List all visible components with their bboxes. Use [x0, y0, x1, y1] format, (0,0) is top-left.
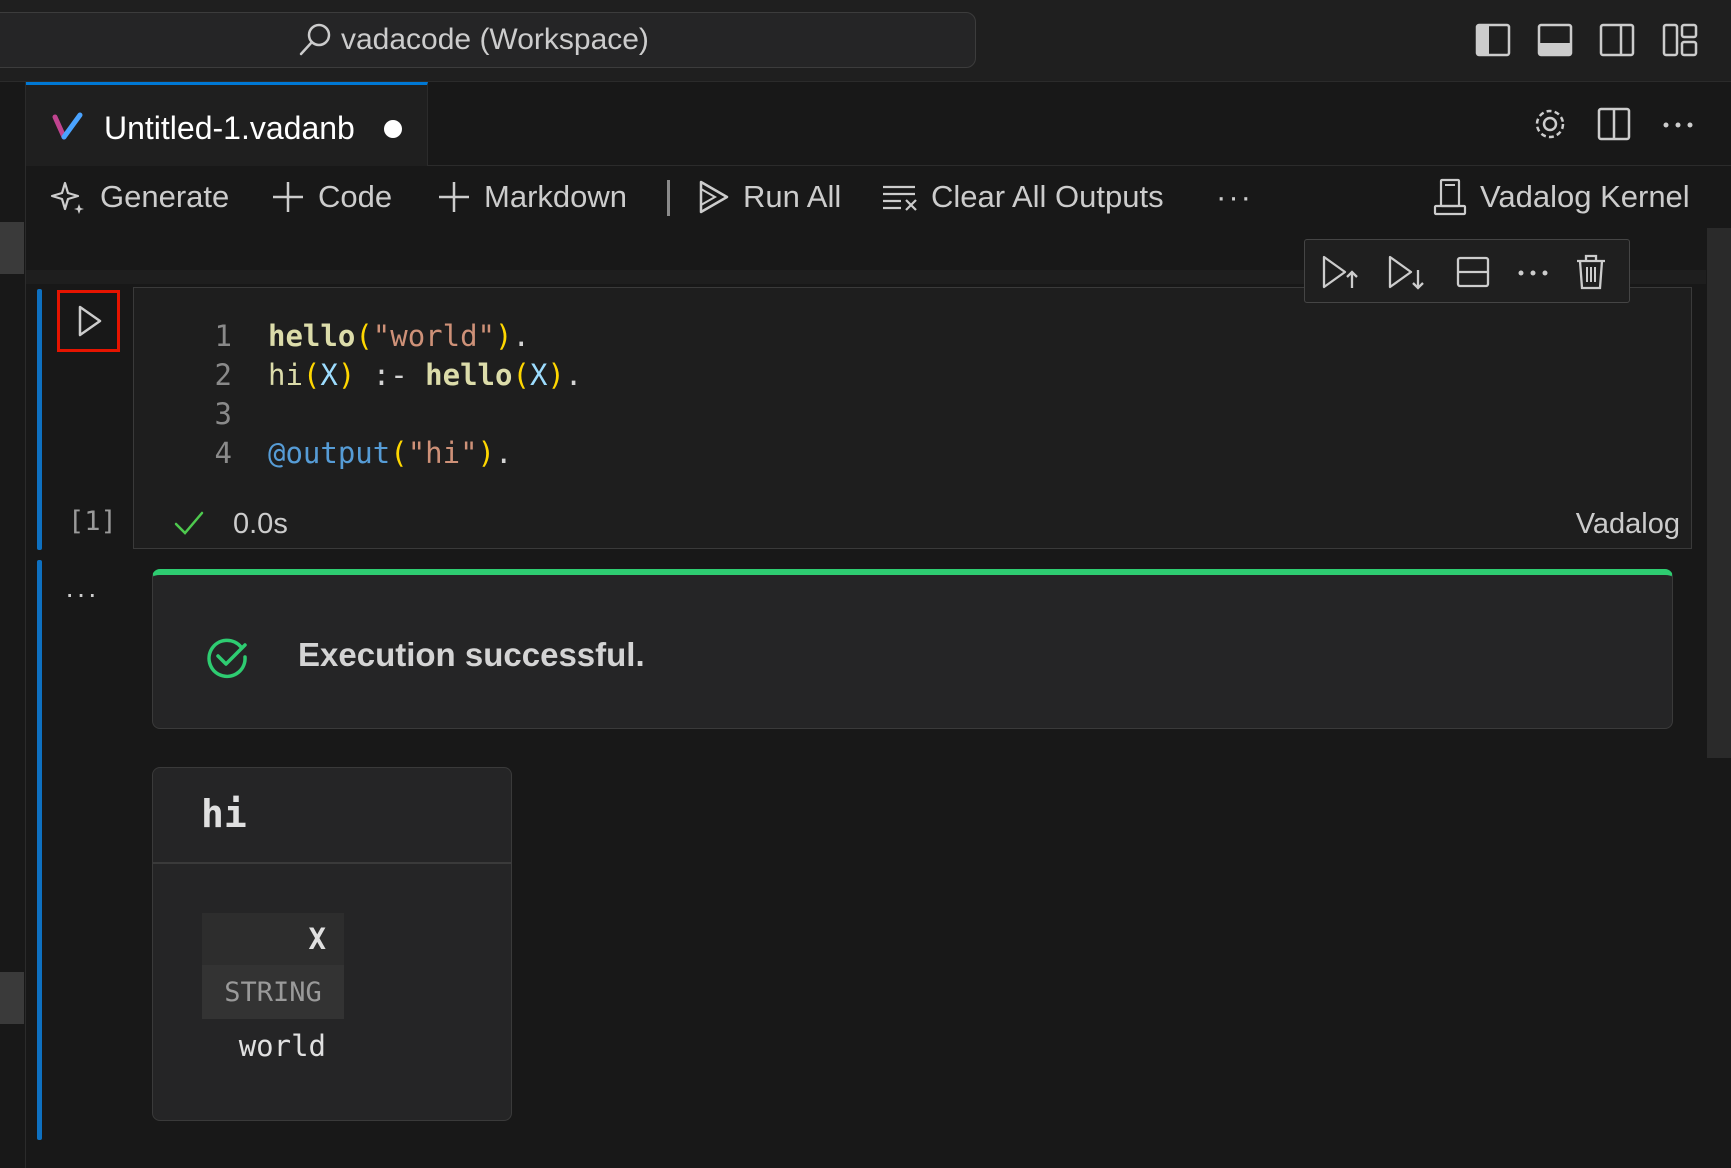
run-all-label: Run All [743, 179, 842, 214]
code-line[interactable]: 2 hi(X) :- hello(X). [134, 354, 1134, 397]
tab-label: Untitled-1.vadanb [104, 110, 355, 146]
notebook-toolbar: Generate Code Markdown Run All Clear All… [26, 166, 1731, 228]
kernel-picker-button[interactable]: Vadalog Kernel [1432, 176, 1690, 218]
plus-icon [273, 182, 303, 212]
line-number: 1 [214, 319, 232, 353]
toggle-primary-sidebar-icon[interactable] [1474, 21, 1512, 59]
code-token: . [495, 436, 513, 470]
code-line[interactable]: 1 hello("world"). [134, 315, 1134, 358]
code-token: X [529, 358, 548, 392]
code-token: X [320, 358, 338, 392]
code-token: hello [268, 319, 356, 353]
run-all-button[interactable]: Run All [695, 176, 841, 218]
generate-button[interactable]: Generate [50, 176, 229, 218]
result-table-card: hi X STRING world [152, 767, 512, 1121]
code-token: ) [477, 436, 495, 470]
kernel-icon [1433, 178, 1467, 216]
title-bar: vadacode (Workspace) [0, 0, 1731, 82]
add-markdown-cell-button[interactable]: Markdown [436, 176, 627, 218]
plus-icon [439, 182, 469, 212]
cell-more-icon[interactable] [1513, 252, 1553, 292]
clear-outputs-icon [883, 185, 917, 211]
run-all-icon [699, 180, 729, 214]
more-actions-icon[interactable] [1658, 104, 1698, 144]
code-line[interactable]: 4 @output("hi"). [134, 432, 1134, 475]
column-header: X [202, 913, 344, 965]
execution-success-banner: Execution successful. [152, 569, 1673, 729]
code-text: @output("hi"). [268, 432, 512, 475]
editor-tab-bar: Untitled-1.vadanb [26, 82, 1731, 166]
code-token: ) [495, 319, 513, 353]
search-text[interactable]: vadacode (Workspace) [341, 20, 649, 60]
kernel-label: Vadalog Kernel [1480, 179, 1690, 214]
check-circle-icon [207, 638, 247, 679]
code-token: hello [425, 358, 513, 392]
code-label: Code [318, 179, 393, 214]
strip-marker [0, 972, 24, 1024]
code-token: . [564, 358, 583, 392]
success-message: Execution successful. [298, 636, 645, 673]
run-above-icon[interactable] [1319, 252, 1359, 292]
code-token: ( [302, 358, 321, 392]
vertical-scrollbar[interactable] [1707, 228, 1731, 758]
code-token: ( [355, 319, 373, 353]
code-cell-editor[interactable]: 1 hello("world"). 2 hi(X) :- hello(X). 3 4 @ou… [133, 287, 1692, 549]
run-below-icon[interactable] [1385, 252, 1425, 292]
clear-all-outputs-button[interactable]: Clear All Outputs [881, 176, 1164, 218]
cell-language-picker[interactable]: Vadalog [1540, 506, 1680, 542]
line-number: 2 [214, 358, 232, 392]
code-token: ) [547, 358, 565, 392]
code-text: hello("world"). [268, 315, 530, 358]
cell-toolbar [1304, 239, 1630, 303]
line-number: 3 [214, 397, 232, 431]
toggle-secondary-sidebar-icon[interactable] [1598, 21, 1636, 59]
code-token: ( [390, 436, 408, 470]
execution-duration: 0.0s [233, 508, 288, 540]
code-token: "world" [372, 319, 495, 353]
code-token: hi [268, 358, 303, 392]
customize-layout-icon[interactable] [1661, 21, 1699, 59]
split-editor-icon[interactable] [1594, 104, 1634, 144]
code-token: @output [268, 436, 391, 470]
output-more-button[interactable]: ··· [65, 578, 99, 610]
add-code-cell-button[interactable]: Code [270, 176, 392, 218]
run-cell-button[interactable] [57, 290, 120, 352]
toolbar-more-button[interactable]: ··· [1216, 176, 1253, 218]
code-token: "hi" [407, 436, 478, 470]
code-line[interactable]: 3 [134, 393, 1134, 436]
generate-label: Generate [100, 179, 230, 214]
column-type: STRING [202, 965, 344, 1019]
result-header: hi [153, 768, 511, 864]
sparkle-icon [50, 181, 84, 214]
code-text: hi(X) :- hello(X). [268, 354, 582, 397]
code-token: ( [512, 358, 530, 392]
table-cell: world [238, 1029, 326, 1063]
trash-icon[interactable] [1571, 252, 1611, 292]
execution-count: [1] [68, 506, 117, 537]
tab-untitled-notebook[interactable]: Untitled-1.vadanb [26, 82, 428, 166]
result-table: X STRING world [202, 913, 344, 1073]
search-icon [299, 23, 331, 56]
markdown-label: Markdown [484, 179, 627, 214]
output-focus-indicator [37, 560, 42, 1140]
cell-focus-indicator [37, 289, 42, 550]
vadalog-logo-icon [52, 112, 83, 140]
split-cell-icon[interactable] [1453, 252, 1493, 292]
clear-all-outputs-label: Clear All Outputs [931, 179, 1164, 214]
side-strip [0, 82, 26, 1168]
line-number: 4 [214, 436, 232, 470]
play-icon [78, 305, 101, 337]
code-token: ) [337, 358, 356, 392]
code-token: :- [355, 358, 426, 392]
unsaved-dot-icon[interactable] [384, 120, 402, 138]
strip-marker [0, 222, 24, 274]
toggle-panel-icon[interactable] [1536, 21, 1574, 59]
check-icon [174, 511, 204, 535]
code-token: . [512, 319, 530, 353]
toolbar-divider [667, 180, 670, 216]
result-predicate-name: hi [201, 792, 247, 836]
gear-icon[interactable] [1530, 104, 1570, 144]
